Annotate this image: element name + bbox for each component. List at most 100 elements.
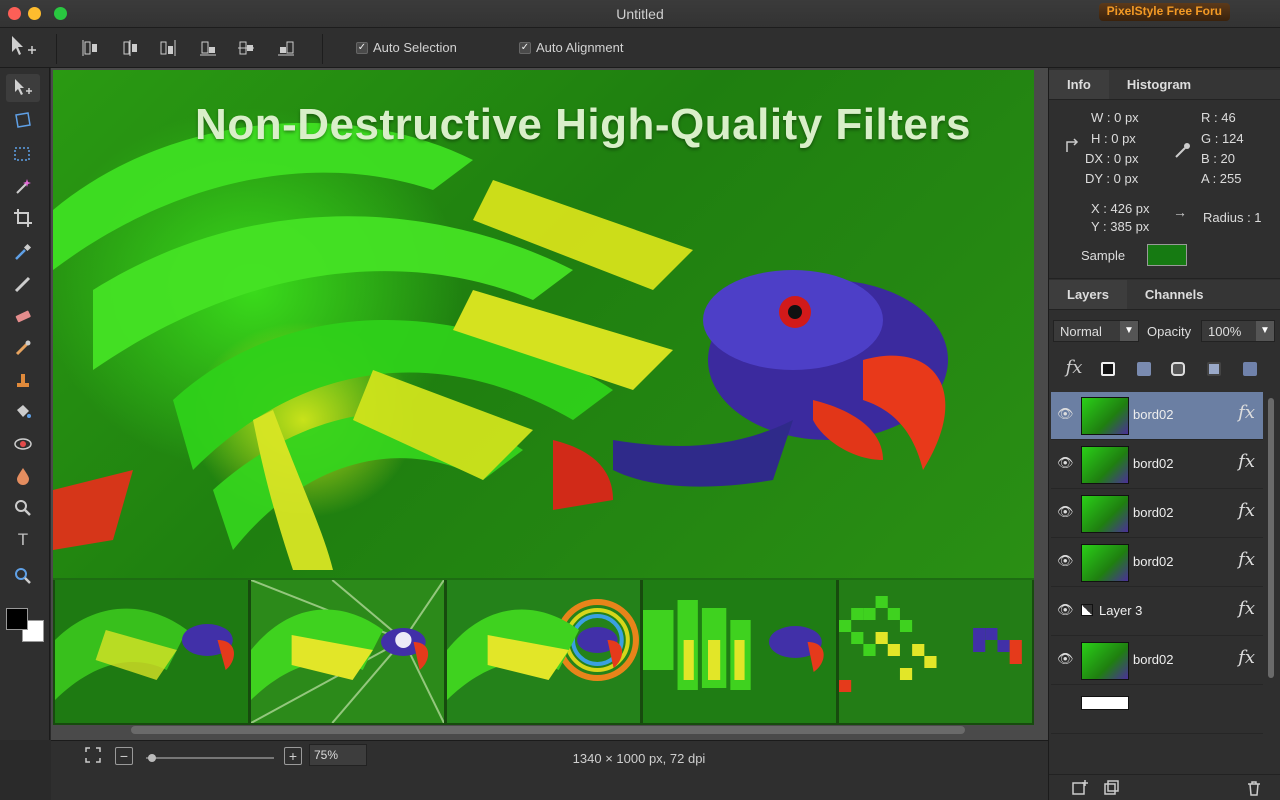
layer-name: bord02 — [1133, 505, 1174, 520]
filter-preview-strip — [53, 580, 1034, 725]
layer-row[interactable]: 👁 bord02 fx — [1051, 490, 1263, 538]
blur-tool-icon[interactable] — [6, 462, 40, 490]
options-toolbar: ✓ Auto Selection ✓ Auto Alignment — [0, 28, 1280, 68]
red-eye-tool-icon[interactable] — [6, 430, 40, 458]
pencil-tool-icon[interactable] — [6, 270, 40, 298]
layer-style-row: fx — [1049, 353, 1280, 385]
align-bottom-icon[interactable] — [276, 38, 296, 58]
text-tool-icon[interactable]: T — [6, 526, 40, 554]
eyedropper-tool-icon[interactable] — [6, 238, 40, 266]
filter-preview-blur — [55, 580, 248, 723]
layer-fx-icon[interactable]: fx — [1238, 500, 1255, 521]
layer-row[interactable]: 👁 bord02 fx — [1051, 441, 1263, 489]
canvas-headline: Non-Destructive High-Quality Filters — [195, 100, 971, 149]
eraser-tool-icon[interactable] — [6, 302, 40, 330]
color-swatches[interactable] — [6, 608, 46, 648]
transform-tool-icon[interactable] — [6, 106, 40, 134]
layers-list: 👁 bord02 fx 👁 bord02 fx 👁 bord02 fx 👁 bo… — [1049, 392, 1265, 764]
stroke-style-icon[interactable] — [1101, 362, 1115, 376]
chevron-down-icon: ▼ — [1120, 321, 1138, 341]
align-middle-vertical-icon[interactable] — [236, 38, 256, 58]
eye-icon[interactable]: 👁 — [1057, 455, 1075, 473]
layer-thumbnail — [1081, 544, 1129, 582]
status-bar: − + 75% 1340 × 1000 px, 72 dpi — [51, 740, 1048, 800]
brush-tool-icon[interactable] — [6, 334, 40, 362]
layer-row[interactable] — [1051, 686, 1263, 734]
new-layer-icon[interactable] — [1071, 779, 1089, 797]
title-bar: Untitled PixelStyle Free Foru — [0, 0, 1280, 28]
tab-info[interactable]: Info — [1049, 70, 1109, 99]
stamp-tool-icon[interactable] — [6, 366, 40, 394]
paint-bucket-icon[interactable] — [6, 398, 40, 426]
move-tool-icon[interactable] — [6, 74, 40, 102]
eye-icon[interactable]: 👁 — [1057, 602, 1075, 620]
sample-color-swatch[interactable] — [1147, 244, 1187, 266]
auto-alignment-checkbox[interactable]: ✓ Auto Alignment — [519, 40, 623, 55]
glow-style-icon[interactable] — [1171, 362, 1185, 376]
sample-label: Sample — [1081, 248, 1126, 263]
bevel-style-icon[interactable] — [1207, 362, 1221, 376]
align-top-icon[interactable] — [198, 38, 218, 58]
layers-scroll-thumb[interactable] — [1268, 398, 1274, 678]
layer-fx-icon[interactable]: fx — [1238, 451, 1255, 472]
layer-name: bord02 — [1133, 652, 1174, 667]
layer-thumbnail — [1081, 495, 1129, 533]
info-radius: Radius : 1 — [1203, 210, 1262, 225]
layer-name: Layer 3 — [1099, 603, 1143, 618]
eye-icon[interactable]: 👁 — [1057, 504, 1075, 522]
shadow-style-icon[interactable] — [1137, 362, 1151, 376]
canvas-area[interactable]: Non-Destructive High-Quality Filters — [51, 68, 1095, 740]
canvas-horizontal-scrollbar[interactable] — [131, 726, 965, 734]
layer-row[interactable]: 👁 bord02 fx — [1051, 539, 1263, 587]
opacity-select[interactable]: 100% ▼ — [1201, 320, 1275, 342]
layer-row[interactable]: 👁 bord02 fx — [1051, 392, 1263, 440]
info-dy: DY : 0 px — [1085, 171, 1139, 186]
fx-icon[interactable]: fx — [1063, 357, 1085, 379]
auto-alignment-label: Auto Alignment — [536, 40, 624, 55]
layer-name: bord02 — [1133, 407, 1174, 422]
tools-palette: T — [0, 68, 50, 740]
layer-fx-icon[interactable]: fx — [1238, 549, 1255, 570]
align-left-icon[interactable] — [80, 38, 100, 58]
promo-badge[interactable]: PixelStyle Free Foru — [1098, 3, 1230, 21]
zoom-in-tool-icon[interactable] — [6, 494, 40, 522]
layer-thumbnail — [1081, 604, 1093, 616]
tab-channels[interactable]: Channels — [1127, 280, 1222, 309]
magic-wand-icon[interactable] — [6, 172, 40, 200]
opacity-value: 100% — [1208, 324, 1242, 339]
layer-fx-icon[interactable]: fx — [1238, 647, 1255, 668]
auto-selection-checkbox[interactable]: ✓ Auto Selection — [356, 40, 457, 55]
align-center-horizontal-icon[interactable] — [120, 38, 140, 58]
panel-divider — [1049, 278, 1280, 279]
overlay-style-icon[interactable] — [1243, 362, 1257, 376]
eye-icon[interactable]: 👁 — [1057, 651, 1075, 669]
info-red: R : 46 — [1201, 110, 1236, 125]
eye-icon[interactable]: 👁 — [1057, 553, 1075, 571]
tab-layers[interactable]: Layers — [1049, 280, 1127, 309]
layer-row[interactable]: 👁 Layer 3 fx — [1051, 588, 1263, 636]
layer-fx-icon[interactable]: fx — [1238, 598, 1255, 619]
filter-preview-rays — [251, 580, 444, 723]
marquee-tool-icon[interactable] — [6, 140, 40, 168]
auto-selection-label: Auto Selection — [373, 40, 457, 55]
align-right-icon[interactable] — [158, 38, 178, 58]
foreground-color-swatch[interactable] — [6, 608, 28, 630]
zoom-tool-icon[interactable] — [6, 562, 40, 590]
tab-histogram[interactable]: Histogram — [1109, 70, 1209, 99]
layer-name: bord02 — [1133, 456, 1174, 471]
move-tool-options-icon[interactable] — [8, 34, 38, 60]
info-y: Y : 385 px — [1091, 219, 1150, 234]
blend-mode-select[interactable]: Normal ▼ — [1053, 320, 1139, 342]
crop-tool-icon[interactable] — [6, 204, 40, 232]
trash-icon[interactable] — [1245, 779, 1263, 797]
filter-preview-pixelate — [839, 580, 1032, 723]
layer-thumbnail — [1081, 642, 1129, 680]
layer-row[interactable]: 👁 bord02 fx — [1051, 637, 1263, 685]
layers-scrollbar[interactable] — [1267, 398, 1275, 728]
eye-icon[interactable]: 👁 — [1057, 406, 1075, 424]
blend-mode-value: Normal — [1060, 324, 1102, 339]
document-canvas[interactable]: Non-Destructive High-Quality Filters — [53, 70, 1034, 725]
duplicate-layer-icon[interactable] — [1103, 779, 1121, 797]
window-title: Untitled — [616, 6, 664, 22]
layer-fx-icon[interactable]: fx — [1238, 402, 1255, 423]
